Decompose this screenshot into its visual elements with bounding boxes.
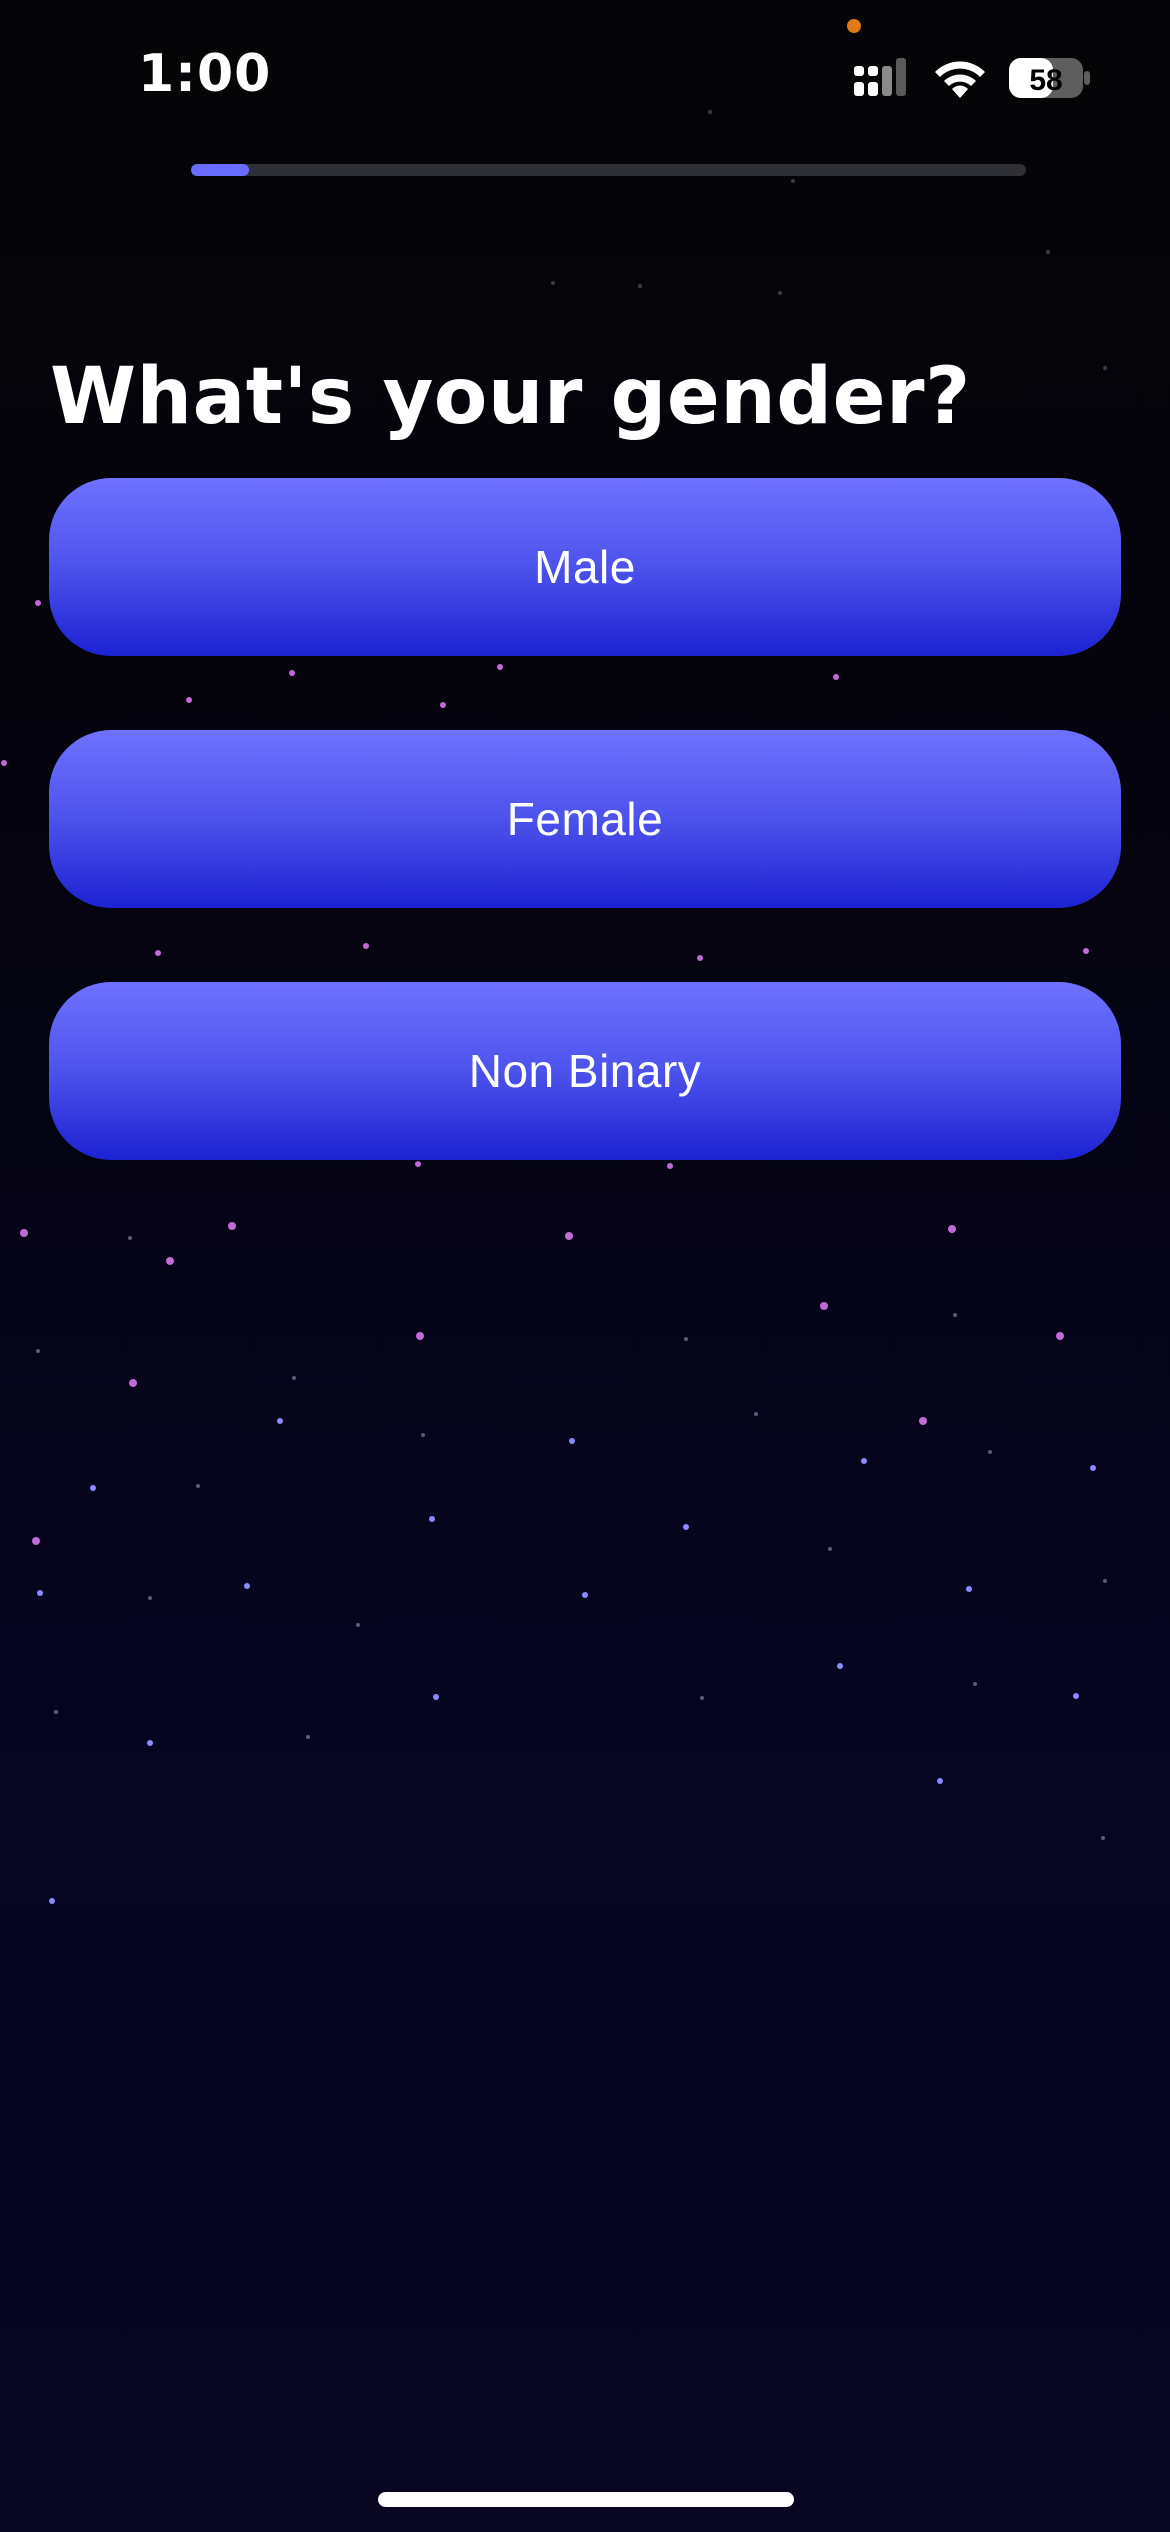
cellular-signal-icon: [854, 58, 906, 96]
page-title: What's your gender?: [50, 352, 971, 443]
camera-indicator-dot: [847, 19, 861, 33]
onboarding-progress-bar: [191, 164, 1026, 176]
home-indicator: [378, 2492, 794, 2507]
battery-icon: 58: [1009, 58, 1090, 98]
battery-level-text: 58: [1029, 64, 1062, 97]
option-label: Female: [506, 793, 664, 845]
non-binary-option-button[interactable]: Non Binary: [49, 982, 1121, 1160]
status-bar: 1:00 58: [0, 0, 1170, 150]
female-option-button[interactable]: Female: [49, 730, 1121, 908]
status-time: 1:00: [138, 44, 272, 104]
wifi-icon: [935, 61, 985, 98]
option-label: Male: [534, 541, 636, 593]
progress-fill: [191, 164, 250, 176]
male-option-button[interactable]: Male: [49, 478, 1121, 656]
option-label: Non Binary: [468, 1045, 702, 1097]
